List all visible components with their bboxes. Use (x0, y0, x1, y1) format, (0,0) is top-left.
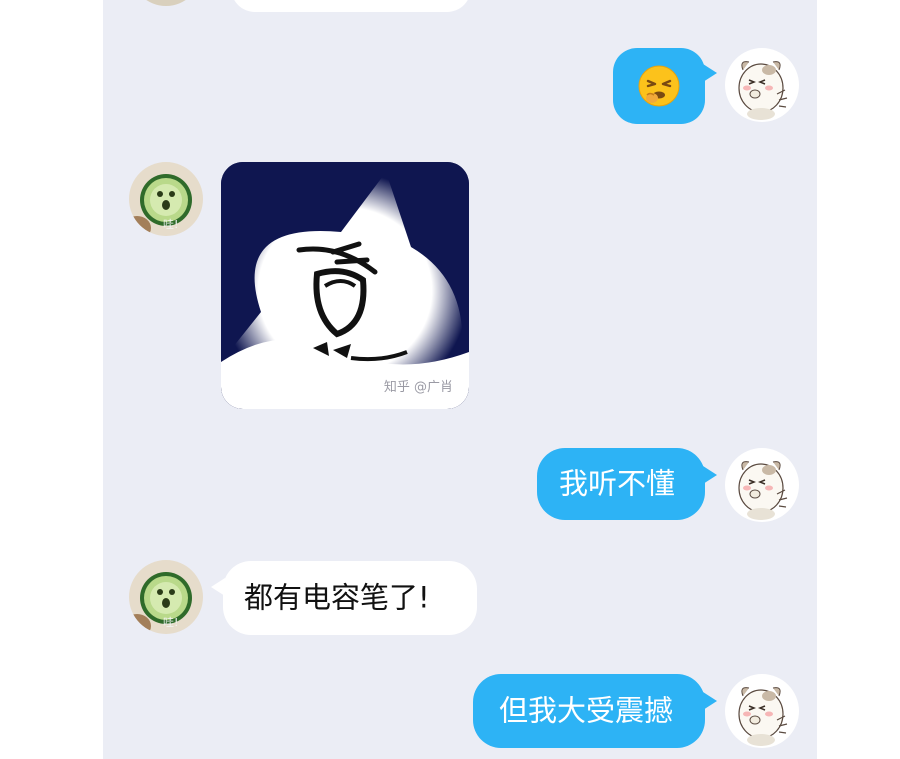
chat-window: 哇! 知乎 @广肖 我听不懂 哇! 都有电容笔了! 但我大受震撼 (103, 0, 817, 759)
bubble-tail (703, 692, 717, 710)
wincing-face-emoji (638, 65, 680, 107)
sticker-message[interactable]: 知乎 @广肖 (221, 162, 469, 409)
message-text: 我听不懂 (559, 466, 676, 501)
bubble-tail (703, 466, 717, 484)
partial-contact-avatar[interactable] (131, 0, 201, 6)
message-text: 都有电容笔了! (244, 580, 430, 615)
message-bubble-incoming[interactable]: 都有电容笔了! (223, 561, 477, 635)
self-avatar[interactable] (725, 448, 799, 522)
screaming-cartoon-sticker (221, 162, 469, 409)
avatar-caption: 哇! (163, 218, 179, 231)
message-bubble-outgoing[interactable]: 但我大受震撼 (473, 674, 705, 748)
contact-avatar[interactable]: 哇! (129, 560, 203, 634)
sticker-watermark: 知乎 @广肖 (383, 380, 453, 395)
cream-cat-avatar (725, 48, 799, 122)
contact-avatar[interactable]: 哇! (129, 162, 203, 236)
cream-cat-avatar (725, 674, 799, 748)
cream-cat-avatar (725, 448, 799, 522)
self-avatar[interactable] (725, 48, 799, 122)
partial-incoming-bubble[interactable] (231, 0, 471, 12)
bubble-tail (703, 64, 717, 82)
self-avatar[interactable] (725, 674, 799, 748)
message-bubble-outgoing[interactable]: 我听不懂 (537, 448, 705, 520)
avatar-caption: 哇! (163, 616, 179, 629)
message-text: 但我大受震撼 (499, 693, 674, 728)
message-bubble-outgoing-emoji[interactable] (613, 48, 705, 124)
